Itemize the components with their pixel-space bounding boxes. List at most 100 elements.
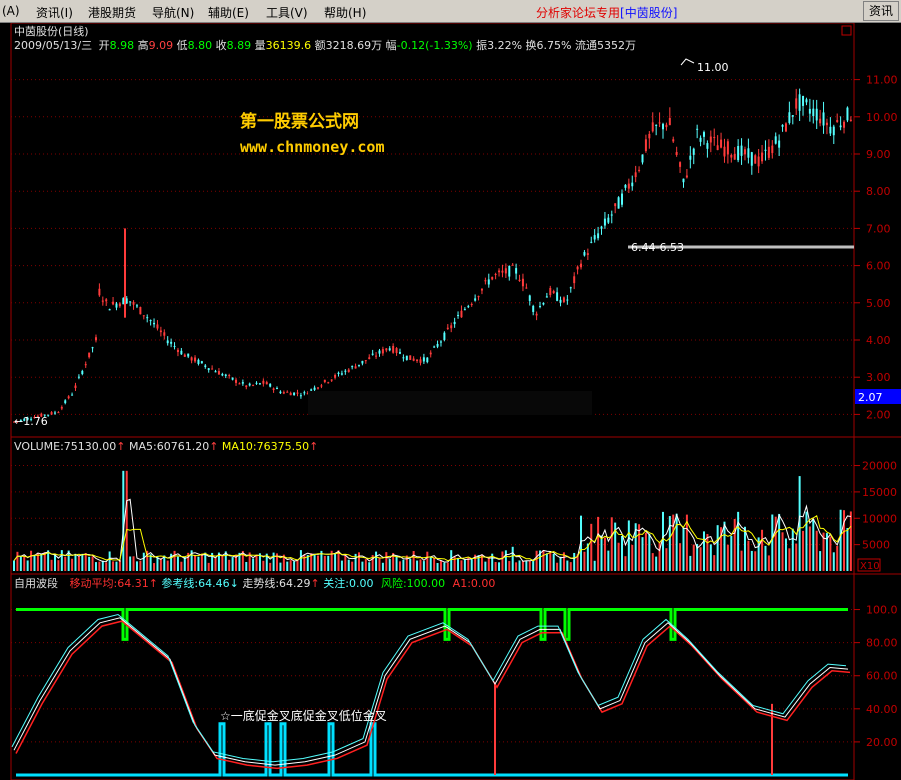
candle-body xyxy=(190,357,193,361)
candle-body xyxy=(323,379,326,383)
volume-bar xyxy=(228,559,231,571)
volume-bar xyxy=(836,545,839,571)
price-tick-label: 6.00 xyxy=(866,260,891,273)
volume-bar xyxy=(463,559,466,571)
volume-bar xyxy=(521,561,524,571)
candle-body xyxy=(648,133,651,139)
candle-body xyxy=(450,325,453,329)
menu-hk-futures[interactable]: 港股期货 xyxy=(88,4,136,21)
chart-title: 中茵股份(日线) xyxy=(14,24,89,38)
volume-bar xyxy=(795,543,798,571)
volume-bar xyxy=(361,561,364,571)
candle-body xyxy=(491,276,494,280)
indicator-ma: 移动平均:64.31 xyxy=(70,577,149,590)
candle-body xyxy=(740,145,743,156)
candle-body xyxy=(238,383,241,385)
volume-bar xyxy=(436,562,439,571)
candle-body xyxy=(692,148,695,155)
price-tick-label: 11.00 xyxy=(866,74,898,87)
candle-body xyxy=(296,392,299,394)
volume-bar xyxy=(327,555,330,571)
candle-body xyxy=(791,115,794,117)
candle-body xyxy=(644,139,647,152)
candle-body xyxy=(501,270,504,273)
volume-bar xyxy=(84,553,87,571)
candle-body xyxy=(347,369,350,372)
candle-body xyxy=(84,364,87,366)
volume-bar xyxy=(788,548,791,571)
indicator-tick-label: 20.00 xyxy=(866,736,898,749)
candle-body xyxy=(829,126,832,134)
volume-bar xyxy=(457,558,460,571)
menu-help[interactable]: 帮助(H) xyxy=(324,4,366,21)
volume-bar xyxy=(50,559,53,571)
candle-body xyxy=(713,137,716,139)
candle-body xyxy=(364,360,367,362)
volume-bar xyxy=(709,544,712,571)
volume-bar xyxy=(498,562,501,571)
candle-body xyxy=(340,373,343,375)
candle-body xyxy=(624,184,627,188)
candle-body xyxy=(419,359,422,363)
info-button[interactable]: 资讯 xyxy=(863,1,899,21)
volume-bar xyxy=(142,552,145,571)
volume-bar xyxy=(422,561,425,571)
candle-body xyxy=(750,152,753,166)
candle-body xyxy=(556,292,559,301)
candle-body xyxy=(180,350,183,355)
volume-bar xyxy=(621,535,624,571)
candle-body xyxy=(224,374,227,376)
volume-bar xyxy=(26,560,29,571)
chart-area: 中茵股份(日线) 2009/05/13/三 开8.98 高9.09 低8.80 … xyxy=(10,23,901,780)
menu-tools[interactable]: 工具(V) xyxy=(266,4,308,21)
candle-body xyxy=(132,302,135,305)
candle-body xyxy=(682,178,685,183)
candle-body xyxy=(832,126,835,136)
menu-assist[interactable]: 辅助(E) xyxy=(208,4,249,21)
volume-bar xyxy=(597,516,600,571)
volume-bar xyxy=(53,554,56,571)
candle-body xyxy=(743,149,746,155)
volume-bar xyxy=(252,558,255,571)
candle-body xyxy=(825,122,828,126)
candle-body xyxy=(115,303,118,308)
volume-bar xyxy=(679,543,682,571)
volume-bar xyxy=(135,561,138,571)
quote-amplitude: 3.22% xyxy=(487,39,522,52)
candle-body xyxy=(480,288,483,291)
menu-navigate[interactable]: 导航(N) xyxy=(152,4,194,21)
candle-body xyxy=(621,193,624,205)
candle-body xyxy=(603,218,606,226)
candle-body xyxy=(204,365,207,367)
candle-body xyxy=(422,357,425,362)
candle-body xyxy=(600,226,603,229)
volume-bar xyxy=(460,560,463,571)
quote-vol-label: 量 xyxy=(255,39,266,52)
candle-body xyxy=(50,412,53,415)
candle-body xyxy=(149,320,152,322)
menu-a[interactable]: (A) xyxy=(2,4,20,18)
volume-bar xyxy=(733,518,736,571)
volume-bar xyxy=(214,557,217,571)
volume-bar xyxy=(368,562,371,571)
volume-ma5: MA5:60761.20 xyxy=(129,440,209,453)
indicator-risk: 风险:100.00 xyxy=(381,576,445,590)
signal-text: ☆一底促金叉底促金叉低位金叉 xyxy=(220,708,387,723)
indicator-ref: 参考线:64.46 xyxy=(161,576,229,590)
candle-body xyxy=(470,303,473,305)
volume-bar xyxy=(569,562,572,571)
candle-body xyxy=(525,287,528,289)
candle-body xyxy=(334,374,337,378)
maximize-icon[interactable] xyxy=(841,25,852,36)
stock-badge[interactable]: [中茵股份] xyxy=(620,6,677,20)
volume-bar xyxy=(737,511,740,571)
candle-body xyxy=(812,108,815,117)
volume-bar xyxy=(416,560,419,571)
buy-signal-lines xyxy=(494,684,773,775)
candle-body xyxy=(614,203,617,207)
indicator-axis: 100.0 80.00 60.00 40.00 20.00 xyxy=(854,604,898,749)
volume-bar xyxy=(631,544,634,571)
volume-bar xyxy=(139,560,142,571)
volume-bar xyxy=(112,561,115,571)
menu-info[interactable]: 资讯(I) xyxy=(36,4,73,21)
